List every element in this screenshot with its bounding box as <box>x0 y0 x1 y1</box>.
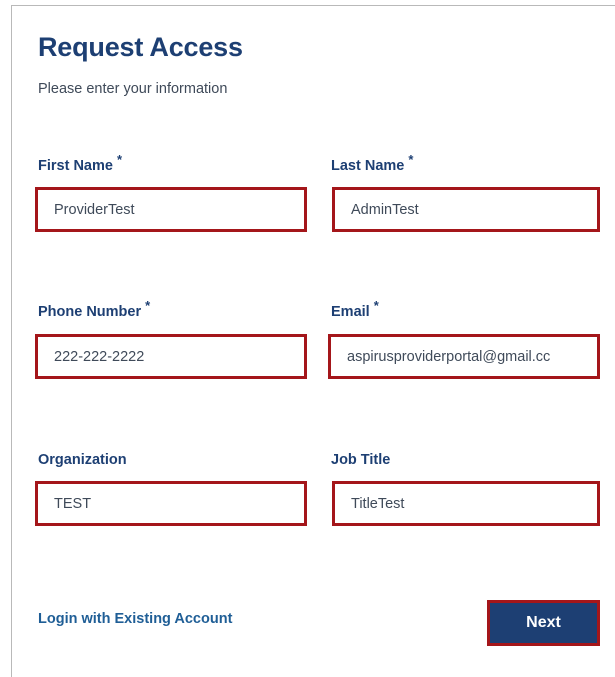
phone-number-label: Phone Number * <box>38 298 150 320</box>
job-title-field-wrapper <box>332 481 600 526</box>
last-name-input[interactable] <box>335 190 597 229</box>
email-label: Email * <box>331 298 379 320</box>
login-existing-account-link[interactable]: Login with Existing Account <box>38 611 232 627</box>
required-asterisk: * <box>408 152 414 167</box>
last-name-label-text: Last Name <box>331 158 405 174</box>
organization-field-wrapper <box>35 481 307 526</box>
job-title-input[interactable] <box>335 484 597 523</box>
organization-label: Organization <box>38 452 127 468</box>
organization-input[interactable] <box>38 484 304 523</box>
email-field-wrapper <box>328 334 600 379</box>
request-access-card: Request Access Please enter your informa… <box>11 5 615 677</box>
phone-number-input[interactable] <box>38 337 304 376</box>
required-asterisk: * <box>145 298 151 313</box>
organization-label-text: Organization <box>38 452 127 468</box>
last-name-label: Last Name * <box>331 152 413 174</box>
phone-number-label-text: Phone Number <box>38 304 142 320</box>
first-name-label: First Name * <box>38 152 122 174</box>
first-name-label-text: First Name <box>38 158 113 174</box>
first-name-field-wrapper <box>35 187 307 232</box>
page-subtitle: Please enter your information <box>38 81 228 97</box>
job-title-label-text: Job Title <box>331 452 391 468</box>
job-title-label: Job Title <box>331 452 390 468</box>
email-input[interactable] <box>331 337 597 376</box>
page-title: Request Access <box>38 32 243 62</box>
first-name-input[interactable] <box>38 190 304 229</box>
email-label-text: Email <box>331 304 370 320</box>
required-asterisk: * <box>116 152 123 167</box>
phone-number-field-wrapper <box>35 334 307 379</box>
last-name-field-wrapper <box>332 187 600 232</box>
required-asterisk: * <box>373 298 379 313</box>
next-button[interactable]: Next <box>487 600 600 646</box>
